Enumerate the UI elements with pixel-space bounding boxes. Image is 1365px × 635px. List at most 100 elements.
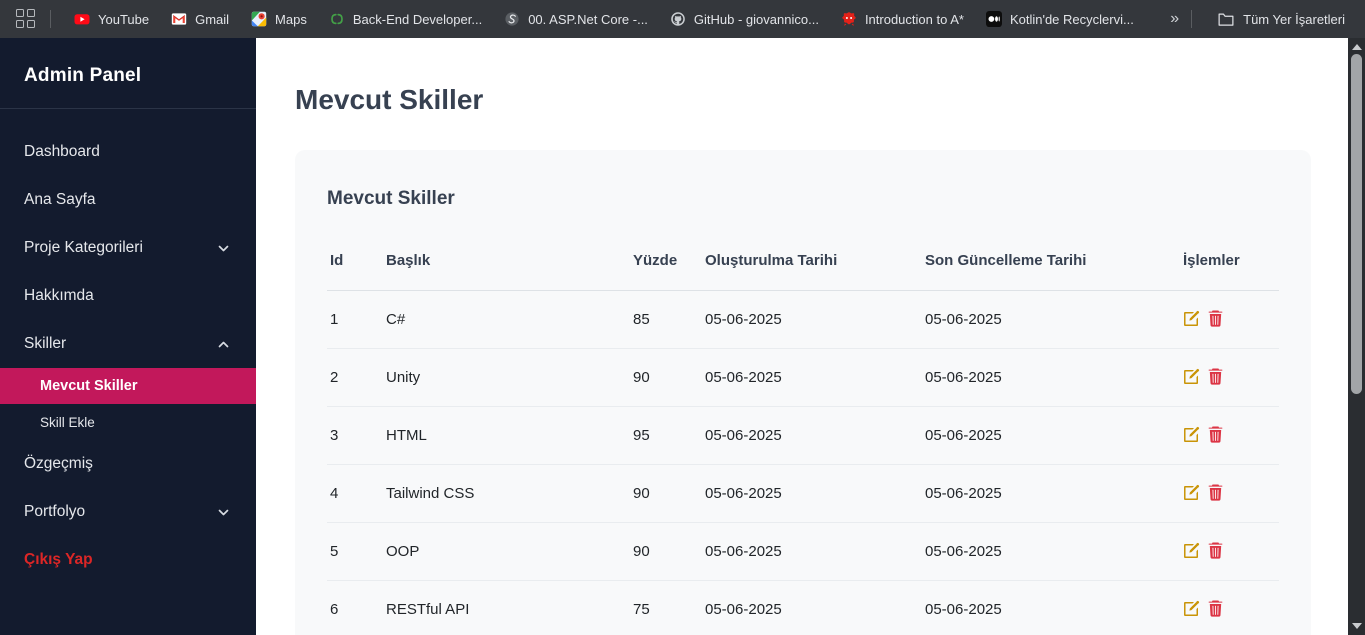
- cell-title: HTML: [383, 406, 630, 465]
- sidebar-item-label: Mevcut Skiller: [40, 378, 138, 394]
- delete-button[interactable]: [1207, 368, 1224, 388]
- cell-updated_at: 05-06-2025: [922, 580, 1180, 635]
- delete-button[interactable]: [1207, 600, 1224, 620]
- column-header: Id: [327, 234, 383, 291]
- bookmark-youtube[interactable]: YouTube: [63, 7, 160, 31]
- bookmarks-list: YouTube Gmail Maps Back-End Developer... 00.…: [63, 7, 1145, 31]
- edit-button[interactable]: [1183, 310, 1200, 330]
- chevron-up-icon: [217, 338, 230, 351]
- apps-grid-icon[interactable]: [16, 9, 36, 29]
- medium-icon: [985, 11, 1002, 27]
- scroll-up-arrow-icon[interactable]: [1351, 44, 1362, 50]
- edit-button[interactable]: [1183, 368, 1200, 388]
- cell-percent: 90: [630, 522, 702, 581]
- sidebar-item-portfolyo[interactable]: Portfolyo: [0, 488, 256, 536]
- bookmarks-overflow-button[interactable]: »: [1158, 10, 1191, 28]
- delete-button[interactable]: [1207, 426, 1224, 446]
- delete-icon: [1207, 542, 1224, 562]
- cell-percent: 85: [630, 290, 702, 349]
- edit-icon: [1183, 542, 1200, 562]
- edit-icon: [1183, 310, 1200, 330]
- sidebar: Admin Panel Dashboard Ana Sayfa Proje Kate…: [0, 38, 256, 635]
- sidebar-item-skill-ekle[interactable]: Skill Ekle: [0, 404, 256, 440]
- cell-id: 2: [327, 348, 383, 407]
- bookmark-label: 00. ASP.Net Core -...: [528, 11, 648, 27]
- cell-actions: [1180, 464, 1279, 523]
- cell-updated_at: 05-06-2025: [922, 522, 1180, 581]
- sidebar-item-ozgecmis[interactable]: Özgeçmiş: [0, 440, 256, 488]
- bookmark-label: Back-End Developer...: [352, 11, 483, 27]
- chevron-down-icon: [217, 506, 230, 519]
- bookmark-gmail[interactable]: Gmail: [160, 7, 240, 31]
- bookmark-label: Kotlin'de Recyclervi...: [1009, 11, 1134, 27]
- topbar-divider: [1191, 10, 1193, 28]
- delete-button[interactable]: [1207, 484, 1224, 504]
- sidebar-item-mevcut-skiller[interactable]: Mevcut Skiller: [0, 368, 256, 404]
- edit-button[interactable]: [1183, 542, 1200, 562]
- cell-created_at: 05-06-2025: [702, 406, 922, 465]
- scrollbar-thumb[interactable]: [1351, 54, 1362, 394]
- edit-icon: [1183, 426, 1200, 446]
- bookmark-kotlin-recyclerview[interactable]: Kotlin'de Recyclervi...: [975, 7, 1145, 31]
- cell-percent: 90: [630, 348, 702, 407]
- cell-created_at: 05-06-2025: [702, 290, 922, 349]
- bookmark-aspnet-core[interactable]: 00. ASP.Net Core -...: [493, 7, 659, 31]
- cell-percent: 95: [630, 406, 702, 465]
- sidebar-item-label: Skiller: [24, 335, 67, 352]
- cell-updated_at: 05-06-2025: [922, 464, 1180, 523]
- delete-button[interactable]: [1207, 310, 1224, 330]
- swirl-globe-icon: [504, 11, 520, 27]
- all-bookmarks-button[interactable]: Tüm Yer İşaretleri: [1204, 7, 1353, 31]
- cell-percent: 75: [630, 580, 702, 635]
- page-scrollbar[interactable]: [1348, 38, 1365, 635]
- edit-button[interactable]: [1183, 600, 1200, 620]
- cell-actions: [1180, 522, 1279, 581]
- roadmap-icon: [329, 11, 345, 27]
- bookmark-github[interactable]: GitHub - giovannico...: [659, 7, 830, 31]
- cell-updated_at: 05-06-2025: [922, 406, 1180, 465]
- card-title: Mevcut Skiller: [327, 188, 455, 209]
- sidebar-title: Admin Panel: [24, 65, 142, 86]
- all-bookmarks-label: Tüm Yer İşaretleri: [1243, 11, 1345, 27]
- topbar-divider: [50, 10, 51, 28]
- skills-card: Mevcut Skiller Id Başlık Yüzde Oluşturulma …: [295, 150, 1311, 635]
- table-row: 5 OOP 90 05-06-2025 05-06-2025: [327, 522, 1279, 581]
- scroll-down-arrow-icon[interactable]: [1351, 623, 1362, 629]
- sidebar-item-dashboard[interactable]: Dashboard: [0, 128, 256, 176]
- sidebar-item-ana-sayfa[interactable]: Ana Sayfa: [0, 176, 256, 224]
- sidebar-item-skiller[interactable]: Skiller: [0, 320, 256, 368]
- sidebar-item-hakkimda[interactable]: Hakkımda: [0, 272, 256, 320]
- sidebar-item-cikis-yap[interactable]: Çıkış Yap: [0, 536, 256, 584]
- delete-icon: [1207, 310, 1224, 330]
- delete-icon: [1207, 368, 1224, 388]
- table-row: 4 Tailwind CSS 90 05-06-2025 05-06-2025: [327, 464, 1279, 523]
- delete-button[interactable]: [1207, 542, 1224, 562]
- cell-percent: 90: [630, 464, 702, 523]
- cell-id: 1: [327, 290, 383, 349]
- folder-icon: [1218, 11, 1234, 27]
- edit-button[interactable]: [1183, 484, 1200, 504]
- bookmark-label: Gmail: [195, 11, 230, 27]
- sidebar-nav: Dashboard Ana Sayfa Proje Kategorileri Hakk…: [0, 109, 256, 584]
- sidebar-item-label: Portfolyo: [24, 503, 86, 520]
- cell-title: OOP: [383, 522, 630, 581]
- bookmark-label: Introduction to A*: [864, 11, 964, 27]
- sidebar-item-label: Çıkış Yap: [24, 551, 93, 568]
- github-icon: [670, 11, 686, 27]
- bookmark-maps[interactable]: Maps: [240, 7, 318, 31]
- column-header: Son Güncelleme Tarihi: [922, 234, 1180, 291]
- cell-id: 6: [327, 580, 383, 635]
- gmail-icon: [171, 11, 187, 27]
- edit-icon: [1183, 368, 1200, 388]
- sidebar-item-label: Proje Kategorileri: [24, 239, 143, 256]
- chevron-down-icon: [217, 242, 230, 255]
- delete-icon: [1207, 426, 1224, 446]
- page-title: Mevcut Skiller: [295, 84, 484, 115]
- sidebar-item-proje-kategorileri[interactable]: Proje Kategorileri: [0, 224, 256, 272]
- cell-created_at: 05-06-2025: [702, 348, 922, 407]
- bookmark-backend-developer[interactable]: Back-End Developer...: [318, 7, 493, 31]
- table-row: 6 RESTful API 75 05-06-2025 05-06-2025: [327, 580, 1279, 635]
- bookmark-introduction-a-star[interactable]: Introduction to A*: [830, 7, 975, 31]
- column-header: Yüzde: [630, 234, 702, 291]
- edit-button[interactable]: [1183, 426, 1200, 446]
